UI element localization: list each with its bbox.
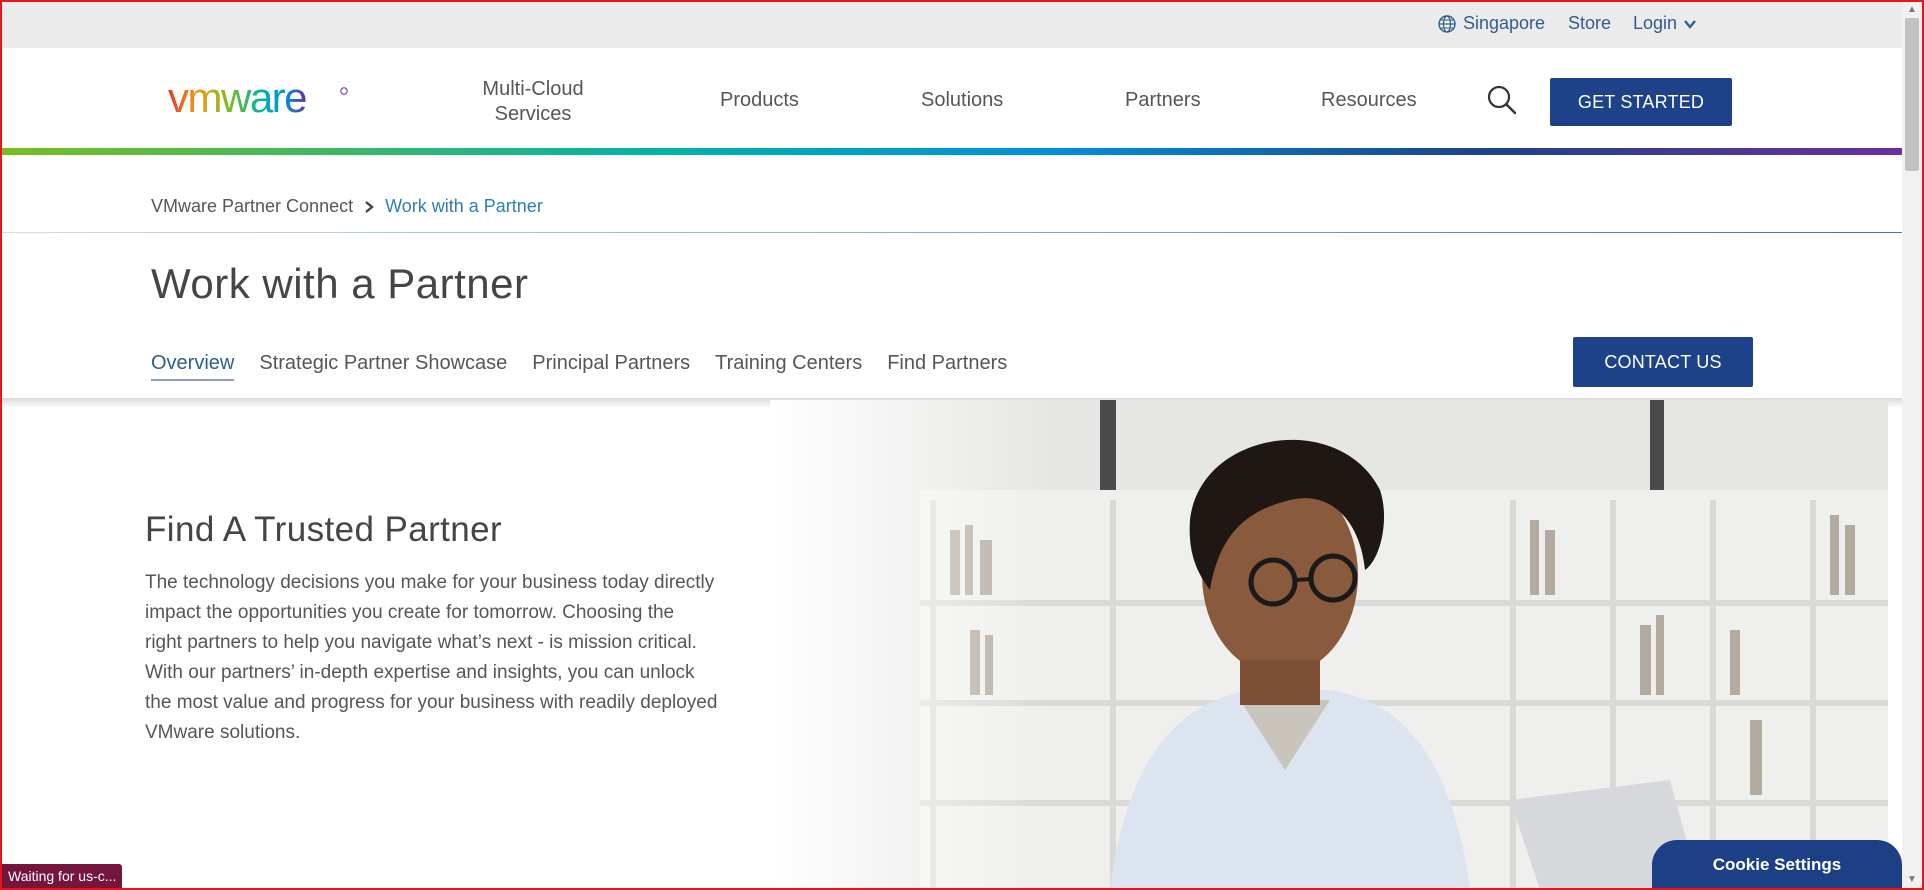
utility-bar: Singapore Store Login <box>0 0 1902 48</box>
login-dropdown[interactable]: Login <box>1633 13 1697 34</box>
hero-title: Find A Trusted Partner <box>145 510 503 549</box>
nav-multi-cloud-services[interactable]: Multi-Cloud Services <box>462 77 604 127</box>
nav-partners[interactable]: Partners <box>1125 88 1201 113</box>
store-label: Store <box>1568 13 1612 33</box>
scroll-down-arrow-icon[interactable]: ▼ <box>1907 874 1917 885</box>
hero-body: The technology decisions you make for yo… <box>145 568 800 748</box>
browser-status-text: Waiting for us-c... <box>2 864 123 888</box>
scroll-up-arrow-icon[interactable]: ▲ <box>1907 4 1917 15</box>
nav-resources[interactable]: Resources <box>1321 88 1417 113</box>
logo-text: vmware <box>168 78 306 121</box>
hero-body-line: The technology decisions you make for yo… <box>145 572 715 593</box>
get-started-button[interactable]: GET STARTED <box>1550 78 1732 126</box>
chevron-right-icon <box>365 200 374 213</box>
region-label: Singapore <box>1463 13 1546 33</box>
globe-icon <box>1438 14 1456 33</box>
tab-overview[interactable]: Overview <box>151 352 235 381</box>
region-selector[interactable]: Singapore <box>1437 13 1545 34</box>
hero-text: Find A Trusted Partner The technology de… <box>145 510 800 748</box>
hero-body-line: the most value and progress for your bus… <box>145 692 718 713</box>
brand-gradient-bar <box>0 148 1902 155</box>
vmware-logo[interactable]: vmware <box>168 78 358 122</box>
hero-body-line: With our partners’ in-depth expertise an… <box>145 662 695 683</box>
search-icon[interactable] <box>1486 84 1518 116</box>
breadcrumb-home[interactable]: VMware Partner Connect <box>151 196 353 217</box>
breadcrumb: VMware Partner Connect Work with a Partn… <box>151 196 543 217</box>
vertical-scrollbar[interactable]: ▲ ▼ <box>1902 0 1922 890</box>
contact-us-button[interactable]: CONTACT US <box>1573 337 1753 387</box>
breadcrumb-divider <box>0 232 1902 233</box>
tab-strategic-partner-showcase[interactable]: Strategic Partner Showcase <box>259 352 507 381</box>
hero-section: Find A Trusted Partner The technology de… <box>0 400 1902 890</box>
hero-body-line: right partners to help you navigate what… <box>145 632 697 653</box>
nav-multi-cloud-line1: Multi-Cloud <box>482 78 584 100</box>
login-label: Login <box>1633 13 1678 33</box>
tab-training-centers[interactable]: Training Centers <box>715 352 862 381</box>
scrollbar-thumb[interactable] <box>1905 18 1919 171</box>
hero-body-line: VMware solutions. <box>145 722 301 743</box>
hero-photo-man-at-laptop <box>770 400 1888 890</box>
breadcrumb-current[interactable]: Work with a Partner <box>385 196 543 217</box>
nav-multi-cloud-line2: Services <box>494 103 572 125</box>
cookie-settings-button[interactable]: Cookie Settings <box>1652 840 1902 890</box>
store-link[interactable]: Store <box>1568 13 1611 34</box>
hero-body-line: impact the opportunities you create for … <box>145 602 675 623</box>
sub-navigation: Overview Strategic Partner Showcase Prin… <box>151 352 1007 381</box>
tab-principal-partners[interactable]: Principal Partners <box>532 352 690 381</box>
nav-products[interactable]: Products <box>720 88 799 113</box>
main-nav: vmware Multi-Cloud Services Products Sol… <box>0 48 1902 148</box>
tab-find-partners[interactable]: Find Partners <box>887 352 1007 381</box>
nav-solutions[interactable]: Solutions <box>921 88 1003 113</box>
page-title: Work with a Partner <box>151 260 529 307</box>
chevron-down-icon <box>1684 19 1696 29</box>
